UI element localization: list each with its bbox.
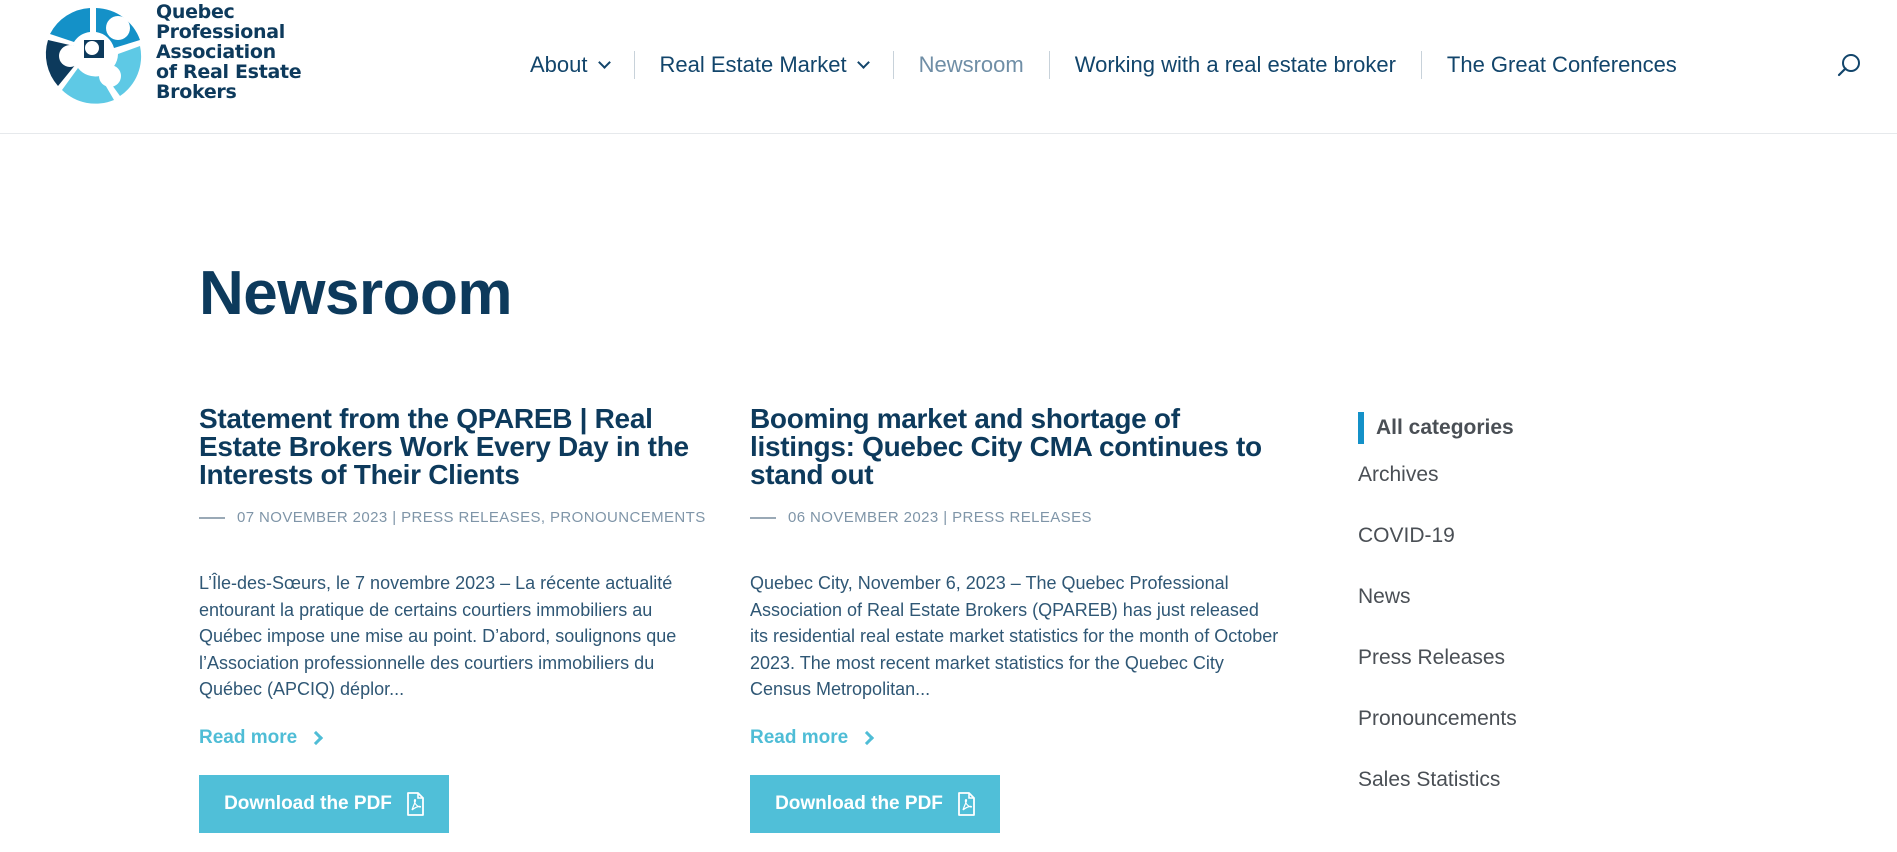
article-meta-text: 07 NOVEMBER 2023 | PRESS RELEASES, PRONO… — [237, 509, 706, 526]
category-news[interactable]: News — [1358, 580, 1618, 641]
logo-line: of Real Estate — [156, 61, 302, 83]
nav-divider — [892, 51, 894, 79]
category-covid-19[interactable]: COVID-19 — [1358, 519, 1618, 580]
logo-line: Professional — [156, 21, 285, 43]
category-press-releases[interactable]: Press Releases — [1358, 641, 1618, 702]
article-meta-text: 06 NOVEMBER 2023 | PRESS RELEASES — [788, 509, 1092, 526]
category-sidebar: All categories Archives COVID-19 News Pr… — [1358, 397, 1618, 824]
nav-item-great-conferences[interactable]: The Great Conferences — [1447, 52, 1677, 78]
download-pdf-button[interactable]: Download the PDF — [199, 774, 449, 833]
logo-line: Quebec — [156, 1, 235, 23]
nav-divider — [1048, 51, 1050, 79]
article-excerpt: Quebec City, November 6, 2023 – The Queb… — [750, 573, 1279, 699]
logo-line: Brokers — [156, 81, 237, 103]
chevron-down-icon — [856, 55, 870, 69]
nav-item-label: About — [530, 52, 588, 77]
article-meta: 06 NOVEMBER 2023 | PRESS RELEASES — [750, 509, 1280, 526]
read-more-label: Read more — [750, 726, 849, 748]
active-indicator — [1358, 411, 1364, 444]
nav-item-label: Real Estate Market — [659, 52, 847, 77]
article-card: Booming market and shortage of listings:… — [750, 405, 1280, 833]
chevron-down-icon — [597, 55, 611, 69]
search-icon[interactable] — [1836, 52, 1862, 78]
nav-divider — [633, 51, 635, 79]
nav-item-label: Working with a real estate broker — [1074, 52, 1396, 77]
chevron-right-icon — [860, 730, 875, 745]
site-logo[interactable]: Quebec Professional Association of Real … — [40, 0, 302, 108]
article-excerpt: L’Île-des-Sœurs, le 7 novembre 2023 – La… — [199, 573, 677, 699]
nav-item-label: The Great Conferences — [1446, 52, 1677, 77]
logo-mark-icon — [45, 8, 142, 104]
read-more-link[interactable]: Read more — [199, 727, 719, 749]
nav-item-about[interactable]: About — [530, 52, 611, 78]
download-pdf-label: Download the PDF — [775, 792, 943, 814]
main-nav: About Real Estate Market Newsroom Workin… — [530, 48, 1677, 82]
article-meta: 07 NOVEMBER 2023 | PRESS RELEASES, PRONO… — [199, 509, 719, 526]
category-pronouncements[interactable]: Pronouncements — [1358, 702, 1618, 763]
download-pdf-button[interactable]: Download the PDF — [750, 774, 1000, 833]
meta-dash — [199, 516, 225, 519]
nav-item-label: Newsroom — [918, 52, 1024, 77]
chevron-right-icon — [309, 730, 324, 745]
site-header: Quebec Professional Association of Real … — [0, 0, 1897, 134]
page-title: Newsroom — [199, 259, 512, 328]
nav-item-newsroom[interactable]: Newsroom — [919, 52, 1024, 78]
category-sales-statistics[interactable]: Sales Statistics — [1358, 763, 1618, 824]
download-pdf-label: Download the PDF — [224, 792, 392, 814]
category-archives[interactable]: Archives — [1358, 458, 1618, 519]
article-title[interactable]: Statement from the QPAREB | Real Estate … — [199, 405, 719, 489]
nav-divider — [1420, 51, 1422, 79]
read-more-link[interactable]: Read more — [750, 727, 1280, 749]
pdf-file-icon — [407, 791, 424, 816]
logo-line: Association — [156, 41, 276, 63]
category-label: All categories — [1376, 415, 1514, 439]
pdf-file-icon — [958, 791, 975, 816]
meta-dash — [750, 516, 776, 519]
nav-item-real-estate-market[interactable]: Real Estate Market — [659, 52, 870, 78]
article-card: Statement from the QPAREB | Real Estate … — [199, 405, 719, 833]
category-all[interactable]: All categories — [1358, 397, 1618, 458]
logo-text: Quebec Professional Association of Real … — [156, 1, 302, 103]
article-title[interactable]: Booming market and shortage of listings:… — [750, 405, 1280, 489]
nav-item-working-with-broker[interactable]: Working with a real estate broker — [1075, 52, 1396, 78]
read-more-label: Read more — [199, 726, 298, 748]
